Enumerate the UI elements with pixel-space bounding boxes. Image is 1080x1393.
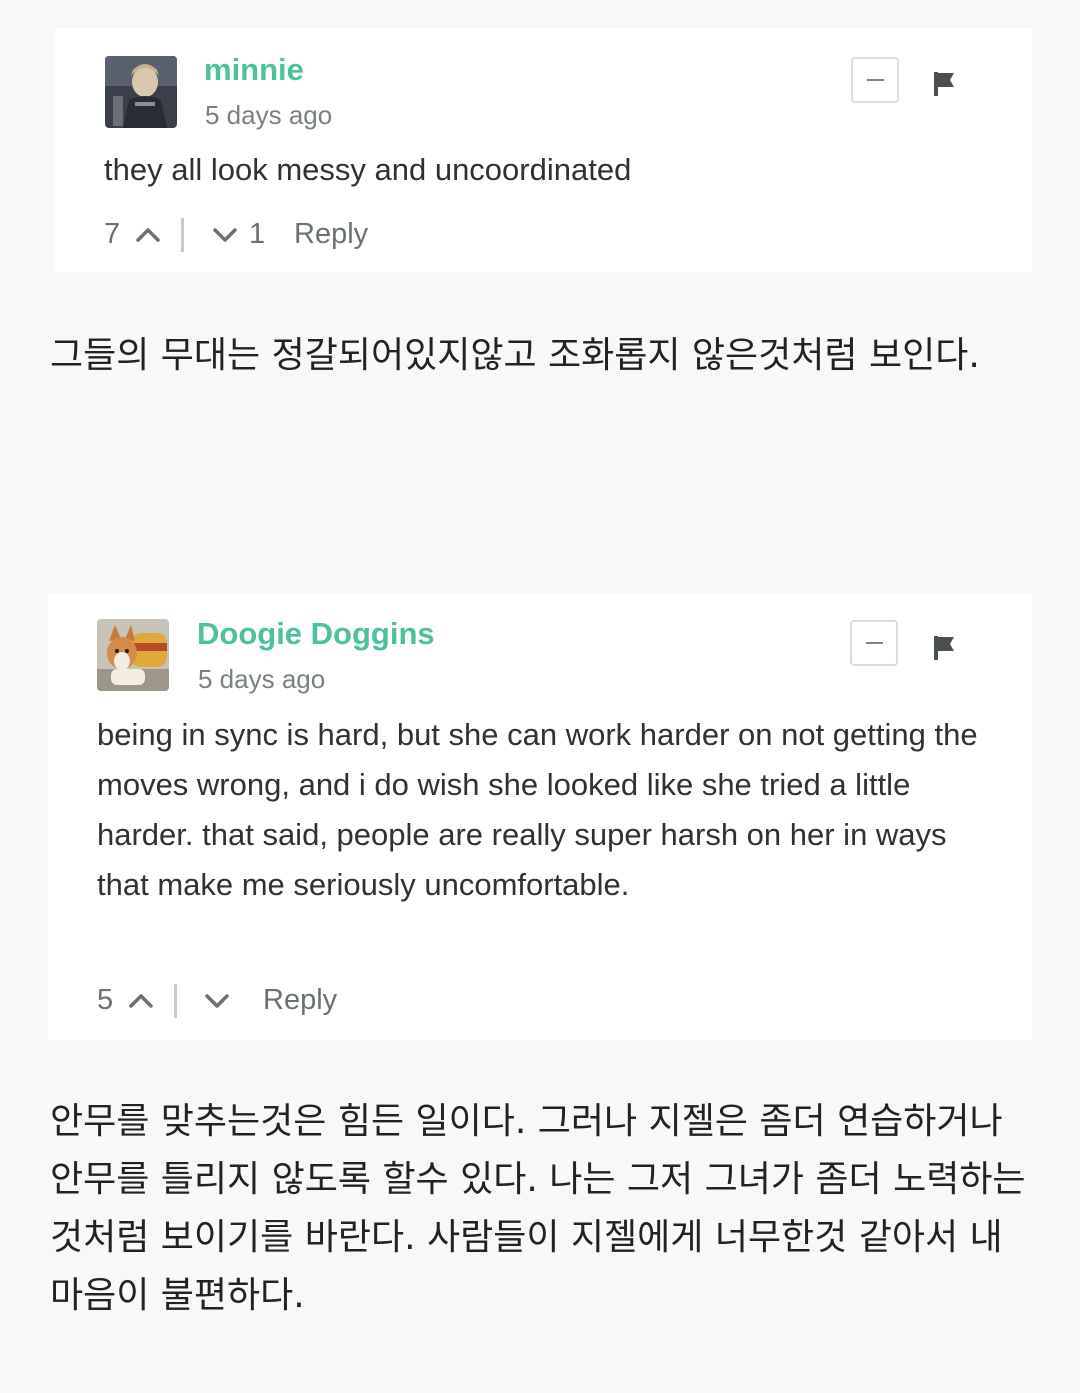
comment-card: Doogie Doggins 5 days ago being in sync …	[48, 594, 1032, 1040]
flag-button[interactable]	[932, 634, 958, 664]
comment-footer: 7 1 Reply	[104, 214, 504, 254]
chevron-down-icon	[213, 228, 237, 242]
comment-card: minnie 5 days ago they all look messy an…	[55, 28, 1032, 272]
chevron-down-icon	[205, 994, 229, 1008]
comment-text: they all look messy and uncoordinated	[104, 152, 632, 187]
comment-text: being in sync is hard, but she can work …	[97, 717, 978, 902]
chevron-up-icon	[129, 994, 153, 1008]
reply-button[interactable]: Reply	[263, 980, 337, 1020]
author-name[interactable]: minnie	[204, 52, 304, 88]
user-avatar[interactable]	[105, 56, 177, 128]
comment-timestamp[interactable]: 5 days ago	[198, 664, 325, 695]
translation-text: 안무를 맞추는것은 힘든 일이다. 그러나 지젤은 좀더 연습하거나 안무를 틀…	[50, 1101, 1026, 1316]
translation-text: 그들의 무대는 정갈되어있지않고 조화롭지 않은것처럼 보인다.	[50, 335, 980, 376]
flag-icon	[934, 636, 954, 660]
minus-icon	[867, 79, 884, 81]
minus-icon	[866, 642, 883, 644]
upvote-count: 5	[97, 984, 114, 1016]
downvote-button[interactable]	[204, 980, 230, 1020]
flag-button[interactable]	[932, 70, 958, 100]
upvote-button[interactable]	[128, 980, 154, 1020]
user-avatar[interactable]	[97, 619, 169, 691]
downvote-count: 1	[249, 218, 266, 250]
chevron-up-icon	[136, 228, 160, 242]
upvote-count: 7	[104, 218, 121, 250]
comment-footer: 5 Reply	[97, 980, 497, 1020]
author-name[interactable]: Doogie Doggins	[197, 616, 435, 652]
anime-character-avatar-icon	[105, 56, 177, 128]
corgi-dog-avatar-icon	[97, 619, 169, 691]
downvote-button[interactable]	[212, 214, 238, 254]
collapse-button[interactable]	[851, 57, 899, 103]
reply-button[interactable]: Reply	[294, 214, 368, 254]
flag-icon	[934, 72, 954, 96]
collapse-button[interactable]	[850, 620, 898, 666]
vote-divider	[174, 984, 177, 1018]
vote-divider	[181, 218, 184, 252]
upvote-button[interactable]	[135, 214, 161, 254]
comment-timestamp[interactable]: 5 days ago	[205, 100, 332, 131]
